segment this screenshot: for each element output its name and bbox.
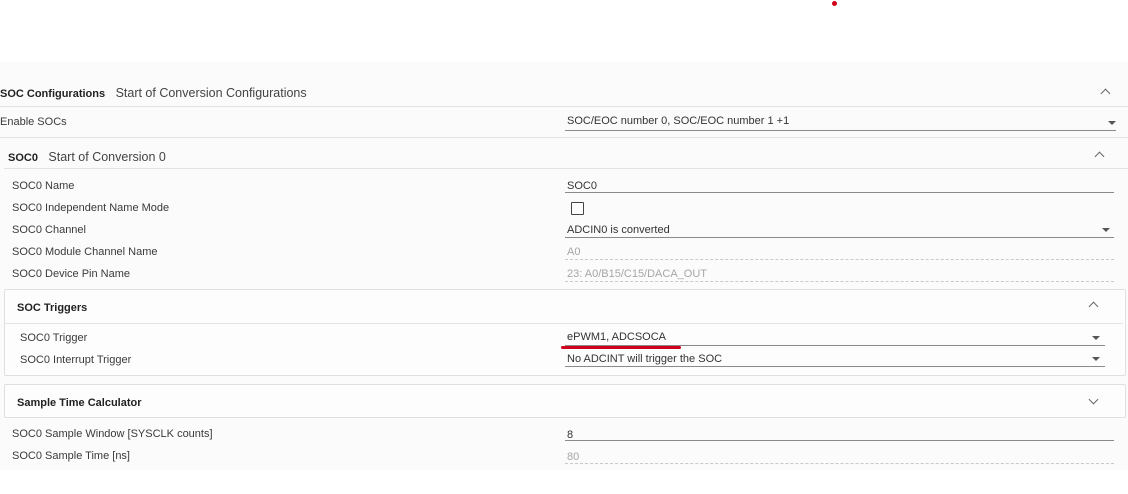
soc0-module-channel-label: SOC0 Module Channel Name [12, 246, 158, 258]
soc0-independent-name-checkbox[interactable] [571, 202, 584, 215]
soc0-channel-underline [565, 237, 1114, 238]
enable-socs-underline [565, 130, 1116, 131]
soc0-module-channel-value: A0 [567, 246, 581, 258]
soc0-sample-time-underline [565, 463, 1114, 464]
soc-configurations-header[interactable]: SOC Configurations Start of Conversion C… [0, 84, 307, 102]
dropdown-caret-icon[interactable] [1092, 336, 1100, 340]
soc0-name-underline [565, 192, 1114, 193]
dropdown-caret-icon[interactable] [1108, 121, 1116, 125]
soc0-interrupt-trigger-label: SOC0 Interrupt Trigger [20, 354, 132, 366]
section-subtitle: Start of Conversion Configurations [115, 86, 307, 100]
divider [0, 106, 1128, 107]
soc0-name-label: SOC0 Name [12, 180, 75, 192]
divider [0, 137, 1128, 138]
chevron-up-icon[interactable] [1094, 151, 1105, 162]
annotation-dot [832, 1, 837, 6]
annotation-red-underline [561, 346, 681, 349]
soc0-trigger-select[interactable]: ePWM1, ADCSOCA [567, 331, 666, 343]
configuration-panel: SOC Configurations Start of Conversion C… [0, 62, 1128, 470]
section-title: SOC Configurations [0, 88, 106, 100]
soc0-name-input[interactable]: SOC0 [567, 180, 597, 192]
soc0-independent-name-label: SOC0 Independent Name Mode [12, 202, 170, 214]
soc0-interrupt-trigger-underline [565, 366, 1105, 367]
soc-triggers-title[interactable]: SOC Triggers [17, 302, 87, 314]
soc0-sample-window-label: SOC0 Sample Window [SYSCLK counts] [12, 428, 213, 440]
dropdown-caret-icon[interactable] [1102, 228, 1110, 232]
dropdown-caret-icon[interactable] [1092, 357, 1100, 361]
divider [4, 168, 1128, 169]
soc0-interrupt-trigger-select[interactable]: No ADCINT will trigger the SOC [567, 353, 722, 365]
soc0-sample-window-underline [565, 440, 1114, 441]
soc0-device-pin-underline [565, 281, 1114, 282]
sample-time-calculator-title[interactable]: Sample Time Calculator [17, 397, 142, 409]
enable-socs-label: Enable SOCs [0, 116, 67, 128]
soc0-subtitle: Start of Conversion 0 [48, 150, 166, 164]
soc0-trigger-label: SOC0 Trigger [20, 332, 88, 344]
soc-triggers-panel [4, 289, 1126, 376]
soc0-device-pin-value: 23: A0/B15/C15/DACA_OUT [567, 268, 708, 280]
soc0-channel-select[interactable]: ADCIN0 is converted [567, 224, 670, 236]
soc0-device-pin-label: SOC0 Device Pin Name [12, 268, 130, 280]
sample-time-calculator-panel[interactable] [4, 384, 1126, 418]
soc0-sample-time-value: 80 [567, 451, 580, 463]
divider [5, 323, 1123, 324]
soc0-channel-label: SOC0 Channel [12, 224, 86, 236]
soc0-header[interactable]: SOC0 Start of Conversion 0 [8, 148, 166, 166]
soc0-module-channel-underline [565, 259, 1114, 260]
enable-socs-value[interactable]: SOC/EOC number 0, SOC/EOC number 1 +1 [567, 115, 789, 127]
soc0-title: SOC0 [8, 152, 38, 164]
chevron-up-icon[interactable] [1100, 88, 1111, 99]
soc0-sample-time-label: SOC0 Sample Time [ns] [12, 450, 130, 462]
